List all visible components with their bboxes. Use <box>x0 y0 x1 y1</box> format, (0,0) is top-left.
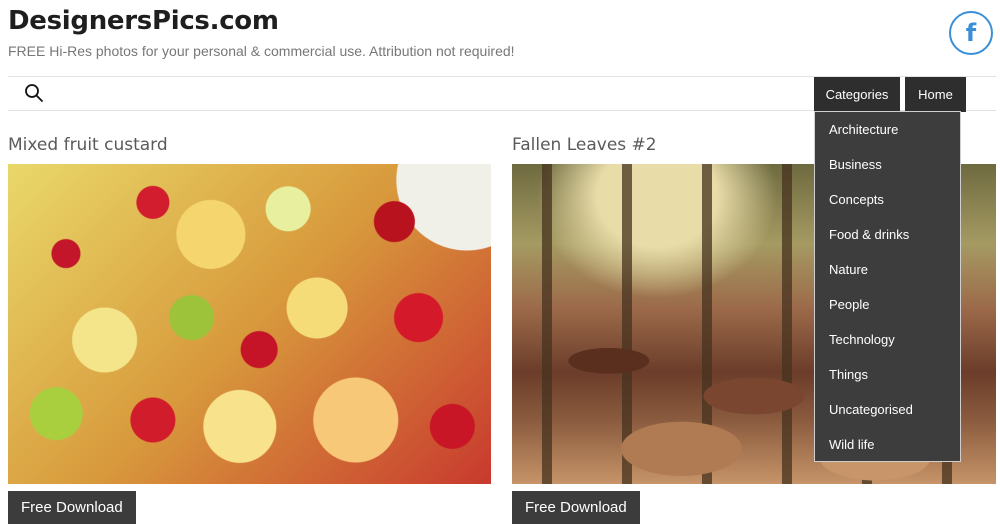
category-food-drinks[interactable]: Food & drinks <box>815 217 960 252</box>
categories-dropdown: Architecture Business Concepts Food & dr… <box>814 111 961 462</box>
post-image-fruit-custard[interactable] <box>8 164 491 484</box>
free-download-button[interactable]: Free Download <box>512 491 640 524</box>
category-concepts[interactable]: Concepts <box>815 182 960 217</box>
post-title[interactable]: Fallen Leaves #2 <box>512 135 657 155</box>
nav-categories[interactable]: Categories <box>814 77 900 112</box>
search-icon[interactable] <box>24 83 44 103</box>
nav-home[interactable]: Home <box>905 77 966 112</box>
category-architecture[interactable]: Architecture <box>815 112 960 147</box>
facebook-icon[interactable]: f <box>949 11 993 55</box>
post-title[interactable]: Mixed fruit custard <box>8 135 168 155</box>
category-people[interactable]: People <box>815 287 960 322</box>
category-wild-life[interactable]: Wild life <box>815 427 960 462</box>
category-uncategorised[interactable]: Uncategorised <box>815 392 960 427</box>
site-tagline: FREE Hi-Res photos for your personal & c… <box>8 43 515 59</box>
site-title[interactable]: DesignersPics.com <box>8 6 279 36</box>
category-business[interactable]: Business <box>815 147 960 182</box>
free-download-button[interactable]: Free Download <box>8 491 136 524</box>
category-technology[interactable]: Technology <box>815 322 960 357</box>
category-nature[interactable]: Nature <box>815 252 960 287</box>
category-things[interactable]: Things <box>815 357 960 392</box>
navigation-bar: Categories Home <box>8 76 996 112</box>
